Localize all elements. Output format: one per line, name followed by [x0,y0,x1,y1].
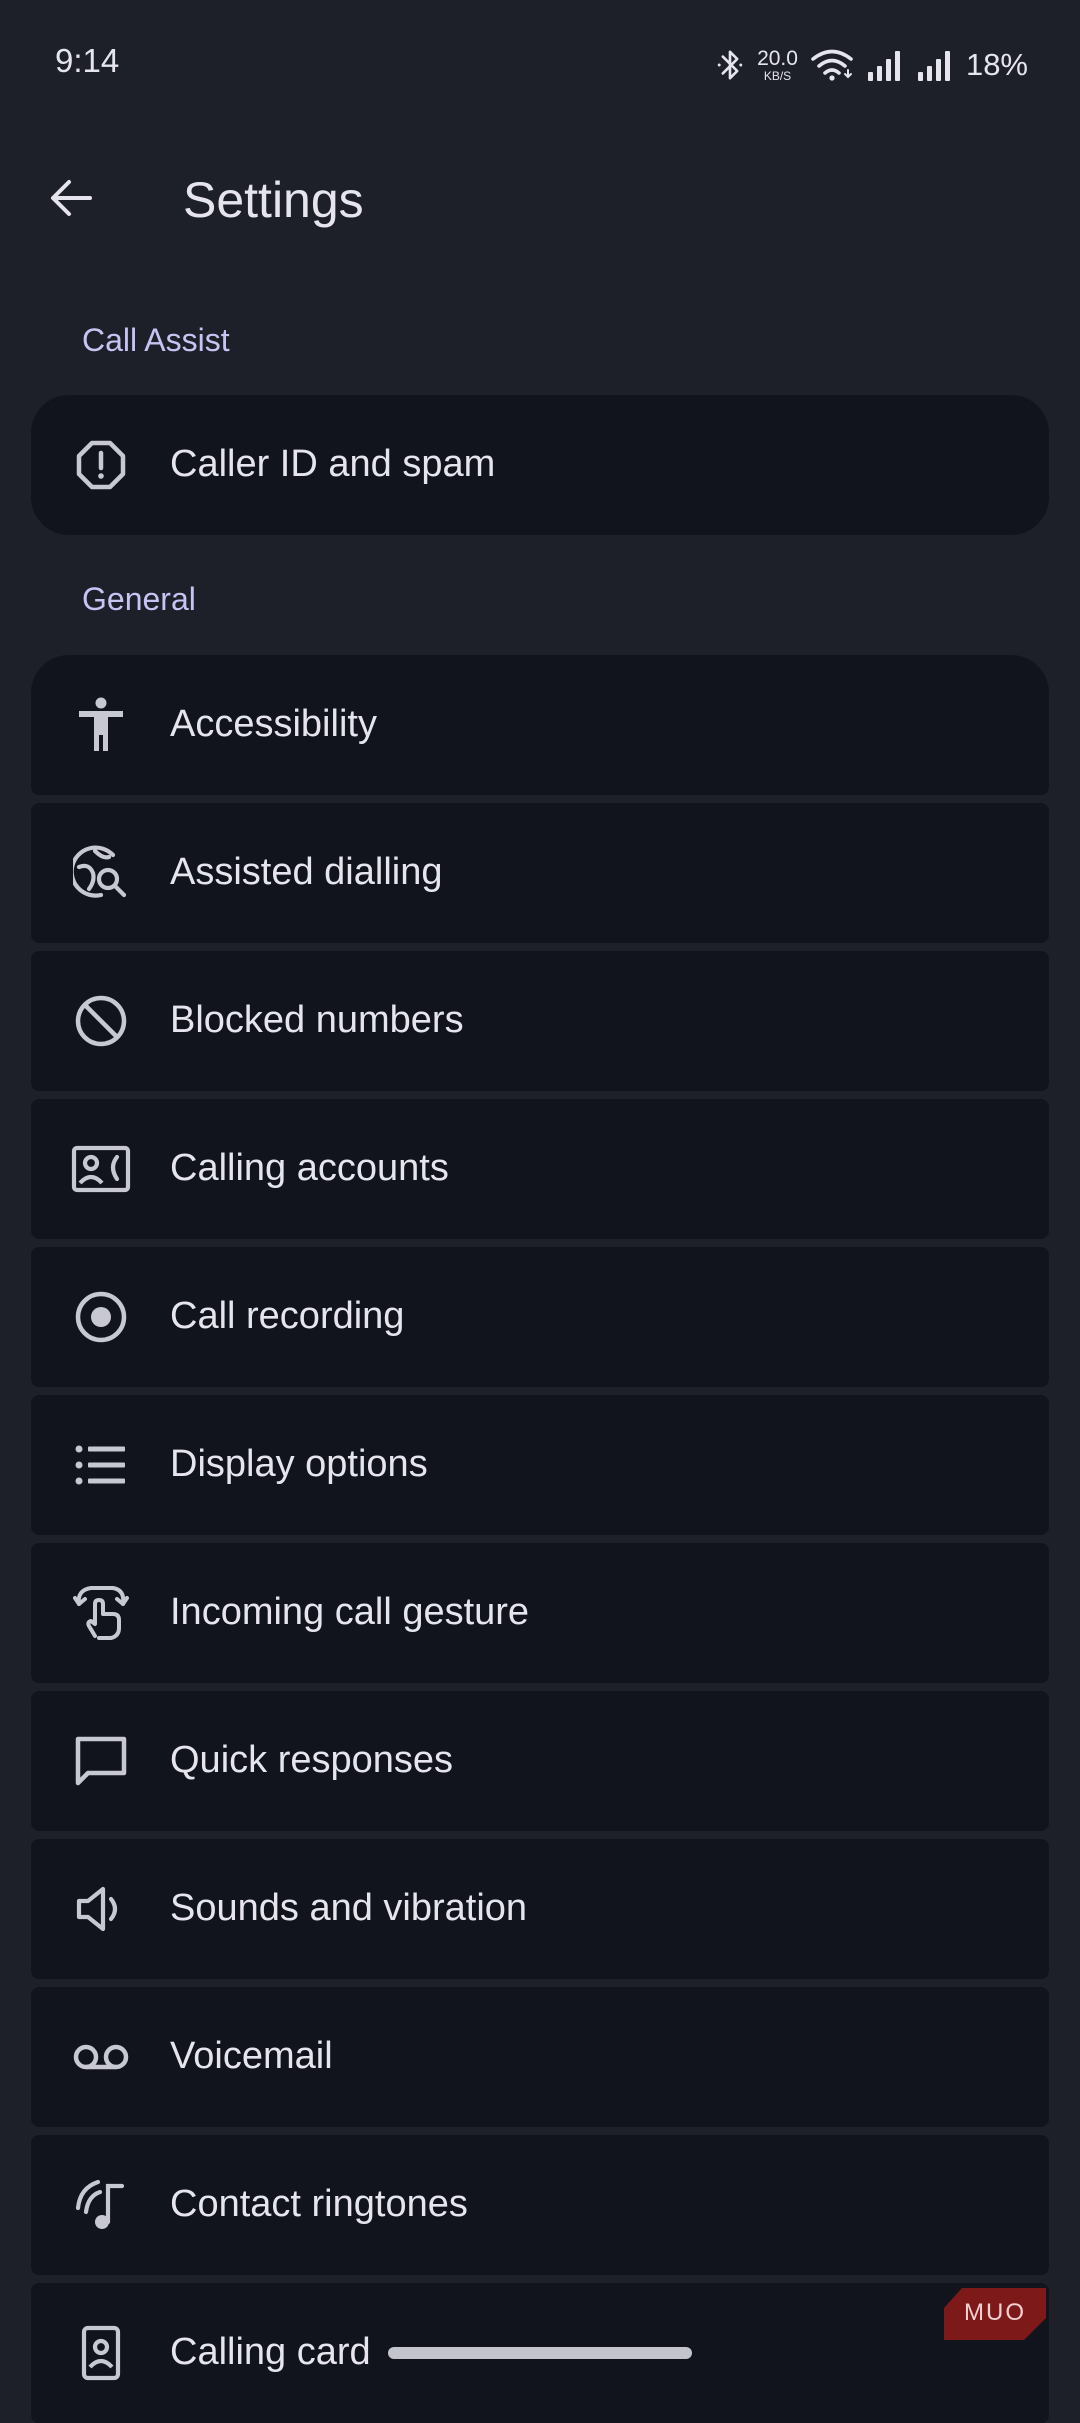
svg-text:MUO: MUO [964,2299,1026,2326]
ringtone-icon [71,2175,131,2235]
settings-item-label: Display options [170,1443,428,1485]
list-icon [71,1435,131,1495]
voicemail-icon [71,2027,131,2087]
section-header-general: General [82,581,196,617]
block-icon [71,991,131,1051]
settings-item-label: Sounds and vibration [170,1887,528,1929]
signal-icon [866,48,904,82]
network-speed-value: 20.0 [757,47,798,70]
settings-item-accessibility[interactable]: Accessibility [31,655,1049,795]
settings-item-label: Accessibility [170,703,377,745]
settings-item-assisted-dialling[interactable]: Assisted dialling [31,803,1049,943]
signal-icon [916,48,954,82]
battery-percentage: 18% [965,47,1028,82]
section-header-call-assist: Call Assist [82,322,230,358]
network-speed-unit: KB/S [763,69,792,83]
settings-item-call-recording[interactable]: Call recording [31,1247,1049,1387]
settings-item-label: Incoming call gesture [170,1591,530,1633]
spam-octagon-icon [71,435,131,495]
settings-item-label: Assisted dialling [170,851,443,893]
status-time: 9:14 [55,42,120,79]
back-button[interactable] [36,170,106,230]
settings-item-sounds-and-vibration[interactable]: Sounds and vibration [31,1839,1049,1979]
calling-card-icon [71,2323,131,2383]
settings-item-label: Call recording [170,1295,405,1337]
settings-item-blocked-numbers[interactable]: Blocked numbers [31,951,1049,1091]
gesture-nav-handle[interactable] [388,2347,692,2359]
accessibility-icon [71,695,131,755]
globe-search-icon [71,843,131,903]
settings-item-label: Blocked numbers [170,999,464,1041]
settings-item-label: Contact ringtones [170,2183,468,2225]
settings-item-label: Quick responses [170,1739,454,1781]
settings-item-incoming-call-gesture[interactable]: Incoming call gesture [31,1543,1049,1683]
settings-item-label: Calling card [170,2331,371,2373]
settings-item-calling-accounts[interactable]: Calling accounts [31,1099,1049,1239]
settings-item-label: Calling accounts [170,1147,449,1189]
watermark-logo: MUO [944,2288,1046,2340]
contact-phone-icon [71,1139,131,1199]
chat-bubble-icon [71,1731,131,1791]
bluetooth-icon [715,47,745,83]
settings-item-caller-id-and-spam[interactable]: Caller ID and spam [31,395,1049,535]
status-bar: 9:14 20.0 KB/S 18% [0,0,1080,130]
settings-item-voicemail[interactable]: Voicemail [31,1987,1049,2127]
settings-item-label: Caller ID and spam [170,443,496,485]
page-title: Settings [183,172,364,228]
record-icon [71,1287,131,1347]
swipe-gesture-icon [71,1583,131,1643]
settings-item-label: Voicemail [170,2035,333,2077]
app-bar: Settings [0,150,1080,250]
wifi-icon [810,48,854,82]
status-icons: 20.0 KB/S 18% [715,40,1028,90]
settings-item-quick-responses[interactable]: Quick responses [31,1691,1049,1831]
arrow-left-icon [48,178,94,223]
speaker-icon [71,1879,131,1939]
network-speed: 20.0 KB/S [757,48,798,82]
settings-item-display-options[interactable]: Display options [31,1395,1049,1535]
settings-item-contact-ringtones[interactable]: Contact ringtones [31,2135,1049,2275]
